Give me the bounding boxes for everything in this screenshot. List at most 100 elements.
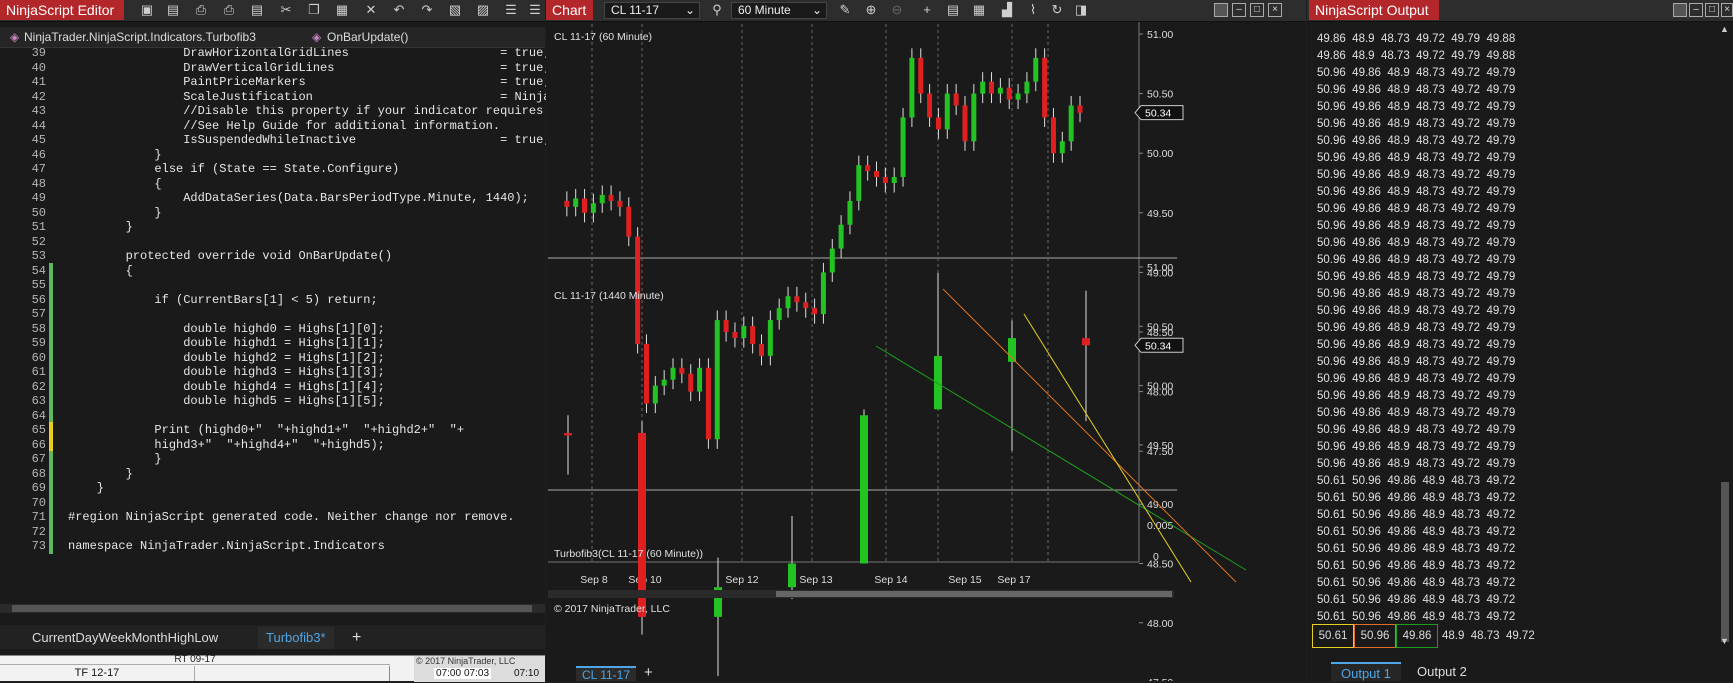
code-text: namespace NinjaTrader.NinjaScript.Indica… <box>68 539 385 553</box>
output-line: 50.96 49.86 48.9 48.73 49.72 49.79 <box>1317 101 1516 113</box>
minimize-button[interactable]: – <box>1232 3 1246 17</box>
grid-cell-instrument[interactable]: TF 12-17 <box>0 666 195 681</box>
tab-output-1[interactable]: Output 1 <box>1331 662 1401 681</box>
instrument-selector[interactable]: CL 11-17 ⌄ <box>604 2 700 19</box>
maximize-button[interactable]: □ <box>1250 3 1264 17</box>
drawing-tool-icon[interactable]: ✎ <box>836 2 854 18</box>
panel2-price-label: 50.50 <box>1147 321 1173 333</box>
hourly-bar-body <box>803 302 809 309</box>
period-value: 60 Minute <box>738 3 791 17</box>
hourly-bar-body <box>705 367 711 440</box>
hourly-bar-body <box>856 165 862 201</box>
tab-currentdayweekmonthhighlow[interactable]: CurrentDayWeekMonthHighLow <box>24 627 226 649</box>
mini-chart-time-3: 07:10 <box>514 668 540 679</box>
add-chart-tab-button[interactable]: + <box>644 664 653 681</box>
editor-hscrollbar[interactable] <box>0 604 545 613</box>
panel1-price-label: 51.00 <box>1147 29 1173 41</box>
change-marker <box>49 538 53 554</box>
output-log[interactable]: 49.86 48.9 48.73 49.72 49.79 49.88 49.86 … <box>1317 31 1515 626</box>
hourly-bar-body <box>980 81 986 94</box>
output-line: 50.96 49.86 48.9 48.73 49.72 49.79 <box>1317 169 1516 181</box>
scroll-down-icon[interactable]: ▼ <box>1720 636 1729 646</box>
tab-output-2[interactable]: Output 2 <box>1407 662 1477 681</box>
hourly-bar-body <box>1050 117 1056 154</box>
compile-icon[interactable]: ▧ <box>446 2 464 18</box>
ninjascript-output-window: NinjaScript Output – □ × 49.86 48.9 48.7… <box>1307 0 1733 681</box>
hourly-bar-body <box>820 272 826 315</box>
panel2-price-label: 48.50 <box>1147 559 1173 571</box>
x-axis-tick-label: Sep 17 <box>997 574 1030 586</box>
print-preview-icon[interactable]: ⎙ <box>220 2 238 18</box>
tab-turbofib3[interactable]: Turbofib3* <box>258 627 334 649</box>
zoom-in-icon[interactable]: ⊕ <box>862 2 880 18</box>
hourly-bar-body <box>599 194 605 204</box>
hourly-bar-body <box>564 200 570 207</box>
mini-chart-panel: © 2017 NinjaTrader, LLC 07:00 07:03 07:1… <box>414 656 545 682</box>
hourly-bar-body <box>944 93 950 130</box>
hourly-bar-body <box>679 367 685 374</box>
chart-canvas[interactable]: Sep 8 Sep 10 Sep 12 Sep 13 Sep 14 Sep 15 Sep 1… <box>546 22 1306 681</box>
instrument-value: CL 11-17 <box>611 3 660 17</box>
link-button[interactable] <box>1214 3 1228 17</box>
hourly-bar-body <box>776 308 782 321</box>
output-line: 50.61 50.96 49.86 48.9 48.73 49.72 <box>1317 475 1516 487</box>
add-tab-button[interactable]: + <box>346 627 367 649</box>
panel2-price-label: 47.50 <box>1147 677 1173 681</box>
output-line: 50.96 49.86 48.9 48.73 49.72 49.79 <box>1317 203 1516 215</box>
hourly-bar-body <box>1024 81 1030 94</box>
redo-icon[interactable]: ↷ <box>418 2 436 18</box>
output-last-row: 50.61 50.96 49.86 48.9 48.73 49.72 <box>1312 624 1569 648</box>
period-selector[interactable]: 60 Minute ⌄ <box>731 2 827 19</box>
price-marker-label: 50.34 <box>1145 108 1171 120</box>
hourly-bar-body <box>767 320 773 356</box>
document-icon[interactable]: ▤ <box>248 2 266 18</box>
breadcrumb-class[interactable]: NinjaTrader.NinjaScript.Indicators.Turbo… <box>24 30 294 44</box>
daily-candle-body <box>860 415 868 564</box>
scroll-up-icon[interactable]: ▲ <box>1720 24 1729 34</box>
crosshair-icon[interactable]: + <box>918 2 936 18</box>
output-line: 50.96 49.86 48.9 48.73 49.72 49.79 <box>1317 186 1516 198</box>
panel2-label: CL 11-17 (1440 Minute) <box>554 290 664 302</box>
refresh-icon[interactable]: ↻ <box>1048 2 1066 18</box>
output-vscrollbar[interactable]: ▲ ▼ <box>1719 24 1731 648</box>
print-icon[interactable]: ⎙ <box>192 2 210 18</box>
code-editor[interactable]: 39 DrawHorizontalGridLines = true; 40 Dra… <box>0 46 558 613</box>
output-close-button[interactable]: × <box>1721 3 1733 17</box>
output-line: 50.96 49.86 48.9 48.73 49.72 49.79 <box>1317 373 1516 385</box>
snapshot-icon[interactable]: ◨ <box>1072 2 1090 18</box>
strategies-icon[interactable]: ▟ <box>998 2 1016 18</box>
undo-icon[interactable]: ↶ <box>390 2 408 18</box>
output-link-button[interactable] <box>1673 3 1687 17</box>
delete-icon[interactable]: ✕ <box>362 2 380 18</box>
output-maximize-button[interactable]: □ <box>1705 3 1719 17</box>
properties-icon[interactable]: ▤ <box>944 2 962 18</box>
paste-icon[interactable]: ▦ <box>333 2 351 18</box>
save-icon[interactable]: ▣ <box>138 2 156 18</box>
hourly-bar-body <box>1006 87 1012 100</box>
hourly-bar-body <box>741 326 747 338</box>
highlight-value-yellow: 50.61 <box>1312 624 1354 648</box>
template-icon[interactable]: ▨ <box>474 2 492 18</box>
breadcrumb-method[interactable]: OnBarUpdate() <box>327 30 408 44</box>
panel1-label: CL 11-17 (60 Minute) <box>554 31 653 43</box>
close-button[interactable]: × <box>1268 3 1282 17</box>
save-all-icon[interactable]: ▤ <box>164 2 182 18</box>
cut-icon[interactable]: ✂ <box>277 2 295 18</box>
code-line[interactable]: 73 namespace NinjaTrader.NinjaScript.Indi… <box>0 538 545 554</box>
indicators-icon[interactable]: ⌇ <box>1024 2 1042 18</box>
hourly-bar-body <box>971 93 977 142</box>
tab-chart-instrument[interactable]: CL 11-17 <box>576 666 636 682</box>
panel2-price-label: 51.00 <box>1147 262 1173 274</box>
chart-trader-icon[interactable]: ▦ <box>970 2 988 18</box>
output-titlebar: NinjaScript Output – □ × <box>1307 0 1733 22</box>
hourly-bar-body <box>785 296 791 309</box>
output-minimize-button[interactable]: – <box>1689 3 1703 17</box>
panel3-axis-label: 0 <box>1153 551 1159 563</box>
scroll-thumb[interactable] <box>1721 482 1729 642</box>
indent-icon[interactable]: ☰ <box>526 2 544 18</box>
search-icon[interactable]: ⚲ <box>708 2 726 18</box>
copy-icon[interactable]: ❐ <box>305 2 323 18</box>
zoom-out-icon[interactable]: ⊖ <box>888 2 906 18</box>
outdent-icon[interactable]: ☰ <box>502 2 520 18</box>
mini-chart-time-1: 07:00 <box>434 668 464 679</box>
